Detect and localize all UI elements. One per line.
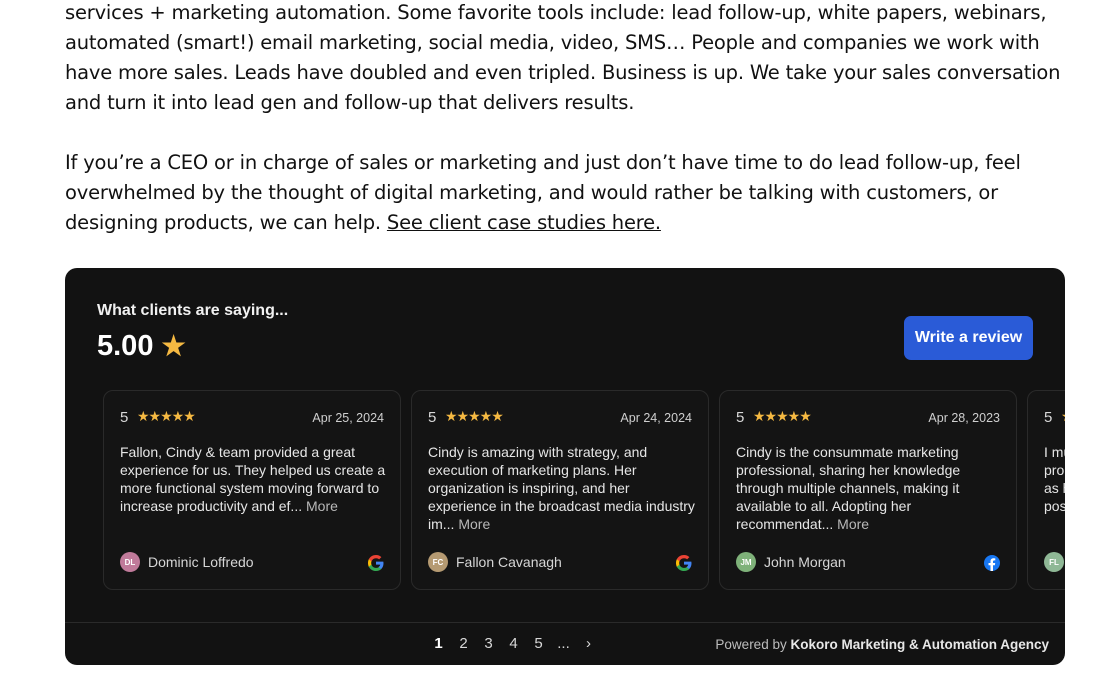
rating-value: 5.00 [97, 330, 154, 362]
paragraph-services: services + marketing automation. Some fa… [65, 1, 1061, 114]
page-4[interactable]: 4 [501, 635, 526, 652]
review-text: I mu pro as h pos [1044, 444, 1065, 514]
powered-by: Powered by Kokoro Marketing & Automation… [715, 637, 1049, 652]
review-carousel[interactable]: 5 ★★★★★ Apr 25, 2024 Fallon, Cindy & tea… [103, 390, 1065, 592]
review-date: Apr 28, 2023 [928, 411, 1000, 425]
case-studies-link[interactable]: See client case studies here. [387, 211, 661, 234]
paragraph-cta: If you’re a CEO or in charge of sales or… [65, 148, 1065, 238]
review-author: FC Fallon Cavanagh [428, 552, 562, 572]
agency-name[interactable]: Kokoro Marketing & Automation Agency [790, 637, 1049, 652]
review-card[interactable]: 5 ★★★★★ I mu pro as h pos FL [1027, 390, 1065, 590]
more-link[interactable]: More [837, 516, 869, 532]
review-date: Apr 24, 2024 [620, 411, 692, 425]
review-author: JM John Morgan [736, 552, 846, 572]
facebook-icon [984, 555, 1000, 571]
review-author: FL [1044, 552, 1064, 572]
review-stars-icon: ★★★★★ [137, 408, 196, 424]
author-name: John Morgan [764, 554, 846, 570]
review-stars-icon: ★★★★★ [753, 408, 812, 424]
more-link[interactable]: More [458, 516, 490, 532]
author-name: Fallon Cavanagh [456, 554, 562, 570]
star-icon: ★ [161, 331, 186, 361]
page-2[interactable]: 2 [451, 635, 476, 652]
reviews-widget: What clients are saying... 5.00 ★ Write … [65, 268, 1065, 665]
widget-title: What clients are saying... [97, 302, 289, 319]
author-name: Dominic Loffredo [148, 554, 254, 570]
review-date: Apr 25, 2024 [312, 411, 384, 425]
next-page-icon[interactable]: › [576, 635, 601, 652]
review-text: Cindy is the consummate marketing profes… [736, 443, 1006, 533]
page-ellipsis[interactable]: ... [551, 635, 576, 652]
avatar: JM [736, 552, 756, 572]
page-1[interactable]: 1 [426, 635, 451, 652]
review-score: 5 [120, 409, 129, 426]
pagination: 1 2 3 4 5 ... › [426, 635, 601, 652]
review-stars-icon: ★★★★★ [1061, 408, 1065, 425]
review-score: 5 [428, 409, 437, 426]
page-5[interactable]: 5 [526, 635, 551, 652]
review-author: DL Dominic Loffredo [120, 552, 254, 572]
avatar: FC [428, 552, 448, 572]
avatar: FL [1044, 552, 1064, 572]
review-body: Fallon, Cindy & team provided a great ex… [120, 444, 386, 514]
review-text: Cindy is amazing with strategy, and exec… [428, 443, 698, 533]
overall-rating: 5.00 ★ [97, 330, 186, 363]
write-review-button[interactable]: Write a review [904, 316, 1033, 360]
review-text: Fallon, Cindy & team provided a great ex… [120, 443, 390, 515]
powered-by-prefix: Powered by [715, 637, 791, 652]
avatar: DL [120, 552, 140, 572]
page-3[interactable]: 3 [476, 635, 501, 652]
review-stars-icon: ★★★★★ [445, 408, 504, 424]
review-card[interactable]: 5 ★★★★★ Apr 28, 2023 Cindy is the consum… [719, 390, 1017, 590]
review-score: 5 [1044, 409, 1053, 426]
more-link[interactable]: More [306, 498, 338, 514]
review-card[interactable]: 5 ★★★★★ Apr 25, 2024 Fallon, Cindy & tea… [103, 390, 401, 590]
review-score: 5 [736, 409, 745, 426]
widget-footer: 1 2 3 4 5 ... › Powered by Kokoro Market… [65, 622, 1065, 665]
google-icon [676, 555, 692, 571]
google-icon [368, 555, 384, 571]
review-card[interactable]: 5 ★★★★★ Apr 24, 2024 Cindy is amazing wi… [411, 390, 709, 590]
